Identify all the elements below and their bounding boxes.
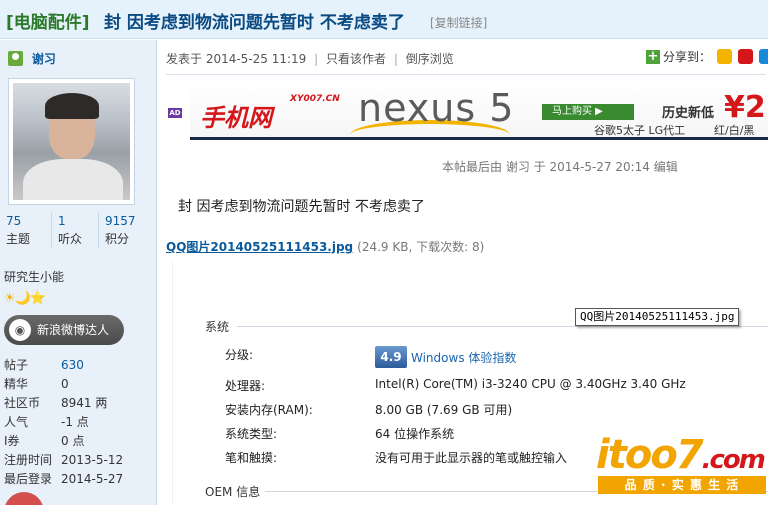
rating-label: 分级: xyxy=(225,348,254,362)
attachment: QQ图片20140525111453.jpg (24.9 KB, 下载次数: 8) xyxy=(166,238,484,255)
profile-row: 精华 0 xyxy=(4,375,154,394)
profile-value: 8941 两 xyxy=(61,396,108,410)
author-name-row: 谢习 xyxy=(8,50,56,66)
profile-key: 精华 xyxy=(4,377,29,391)
post-content: 发表于 2014-5-25 11:19 | 只看该作者 | 倒序浏览 + 分享到：… xyxy=(158,40,768,505)
section-system: 系统 xyxy=(205,320,230,334)
profile-row: 人气 -1 点 xyxy=(4,413,154,432)
spec-value: 没有可用于此显示器的笔或触控输入 xyxy=(375,451,568,465)
author-only-link[interactable]: 只看该作者 xyxy=(326,52,386,66)
thread-title: 封 因考虑到物流问题先暂时 不考虑卖了 xyxy=(104,13,405,33)
section-line xyxy=(237,326,768,327)
post-meta: 发表于 2014-5-25 11:19 | 只看该作者 | 倒序浏览 xyxy=(166,50,454,67)
spec-key: 安装内存(RAM): xyxy=(225,403,313,417)
profile-value: 2013-5-12 xyxy=(61,453,124,467)
rating-text: Windows 体验指数 xyxy=(411,351,517,365)
spec-key: 笔和触摸: xyxy=(225,451,278,465)
attachment-info: (24.9 KB, 下载次数: 8) xyxy=(357,240,485,254)
image-tooltip: QQ图片20140525111453.jpg xyxy=(575,308,740,326)
banner-site-logo: 手机网 xyxy=(200,104,272,132)
meta-separator: | xyxy=(393,52,398,66)
copy-link[interactable]: [复制链接] xyxy=(430,14,487,31)
author-sidebar: 谢习 75 主题 1 听众 9157 积分 研究生小能 ☀🌙⭐ ◉ 新浪微博达人 … xyxy=(0,40,157,505)
author-profile: 帖子 630 精华 0 社区币 8941 两 人气 -1 点 I券 0 点 注册时间 201… xyxy=(4,356,154,489)
profile-value[interactable]: 630 xyxy=(61,356,84,375)
avatar-hair xyxy=(45,93,99,119)
profile-value: -1 点 xyxy=(61,415,89,429)
stat-value: 75 xyxy=(6,214,22,228)
profile-key: 社区币 xyxy=(4,396,41,410)
stat-label: 主题 xyxy=(6,232,31,246)
spec-key: 处理器: xyxy=(225,379,266,393)
stat-label: 听众 xyxy=(58,232,83,246)
profile-key: 帖子 xyxy=(4,358,29,372)
banner-history: 历史新低 xyxy=(662,106,715,121)
site-watermark: itoo7.com 品 质 · 实 惠 生 活 xyxy=(596,432,768,500)
banner-subtitle: 谷歌5太子 LG代工 xyxy=(594,124,686,137)
watermark-slogan: 品 质 · 实 惠 生 活 xyxy=(598,476,766,494)
qzone-share-icon[interactable] xyxy=(716,49,732,64)
profile-key: 人气 xyxy=(4,415,29,429)
profile-row: 注册时间 2013-5-12 xyxy=(4,451,154,470)
stat-threads[interactable]: 75 主题 xyxy=(0,212,48,248)
profile-value: 0 点 xyxy=(61,434,85,448)
spec-value: 64 位操作系统 xyxy=(375,427,455,441)
banner-product: nexus 5 xyxy=(358,86,515,130)
watermark-suffix: .com xyxy=(701,445,766,475)
edited-note: 本帖最后由 谢习 于 2014-5-27 20:14 编辑 xyxy=(442,160,678,174)
avatar-image xyxy=(13,83,130,200)
rank-stars-icon: ☀🌙⭐ xyxy=(4,291,46,306)
stat-label: 积分 xyxy=(105,232,130,246)
banner-price: ¥2 xyxy=(724,90,766,125)
stat-followers[interactable]: 1 听众 xyxy=(51,212,99,248)
meta-separator: | xyxy=(314,52,319,66)
author-stats: 75 主题 1 听众 9157 积分 xyxy=(0,210,156,252)
post-body: 封 因考虑到物流问题先暂时 不考虑卖了 xyxy=(178,199,425,215)
profile-row: 社区币 8941 两 xyxy=(4,394,154,413)
spec-value: 8.00 GB (7.69 GB 可用) xyxy=(375,403,513,417)
category-link[interactable]: [电脑配件] xyxy=(6,8,90,33)
profile-value: 2014-5-27 xyxy=(61,472,124,486)
share-label: 分享到： xyxy=(663,50,712,64)
next-post-avatar[interactable] xyxy=(4,492,44,505)
banner-buy-button[interactable]: 马上购买 ▶ xyxy=(542,104,634,120)
weibo-label: 新浪微博达人 xyxy=(37,323,110,337)
stat-value: 1 xyxy=(58,214,66,228)
profile-key: I券 xyxy=(4,434,20,448)
section-oem: OEM 信息 xyxy=(205,485,261,499)
user-icon xyxy=(8,51,23,66)
banner-colors: 红/白/黑 xyxy=(714,124,755,137)
plus-icon[interactable]: + xyxy=(646,49,660,64)
meta-divider xyxy=(166,74,766,75)
share-bar: + 分享到： xyxy=(646,48,768,65)
profile-key: 注册时间 xyxy=(4,453,53,467)
post-date: 发表于 2014-5-25 11:19 xyxy=(166,52,307,66)
spec-key: 系统类型: xyxy=(225,427,278,441)
rating-badge-icon: 4.9 xyxy=(375,346,407,368)
user-rank: 研究生小能 xyxy=(4,270,65,284)
weibo-icon: ◉ xyxy=(9,319,31,341)
reverse-view-link[interactable]: 倒序浏览 xyxy=(406,52,454,66)
spec-value: Intel(R) Core(TM) i3-3240 CPU @ 3.40GHz … xyxy=(375,377,686,391)
watermark-logo: itoo7.com xyxy=(596,432,766,478)
banner-site-url: XY007.CN xyxy=(290,94,340,104)
attachment-link[interactable]: QQ图片20140525111453.jpg xyxy=(166,240,353,254)
avatar[interactable] xyxy=(8,78,135,205)
profile-row: 帖子 630 xyxy=(4,356,154,375)
author-name[interactable]: 谢习 xyxy=(32,52,56,66)
stat-points[interactable]: 9157 积分 xyxy=(98,212,146,248)
ad-banner[interactable]: 手机网 XY007.CN nexus 5 马上购买 ▶ 历史新低 ¥2 谷歌5太… xyxy=(190,80,768,140)
profile-row: 最后登录 2014-5-27 xyxy=(4,470,154,489)
ad-tag: AD xyxy=(168,108,182,118)
thread-title-bar: [电脑配件] 封 因考虑到物流问题先暂时 不考虑卖了 [复制链接] xyxy=(0,0,768,39)
avatar-body xyxy=(23,159,123,200)
stat-value: 9157 xyxy=(105,214,136,228)
profile-key: 最后登录 xyxy=(4,472,53,486)
watermark-logo-text: itoo7 xyxy=(596,432,704,478)
weibo-badge-button[interactable]: ◉ 新浪微博达人 xyxy=(4,315,124,345)
weibo-share-icon[interactable] xyxy=(737,49,753,64)
profile-row: I券 0 点 xyxy=(4,432,154,451)
profile-value: 0 xyxy=(61,377,69,391)
tencent-share-icon[interactable] xyxy=(758,49,768,64)
